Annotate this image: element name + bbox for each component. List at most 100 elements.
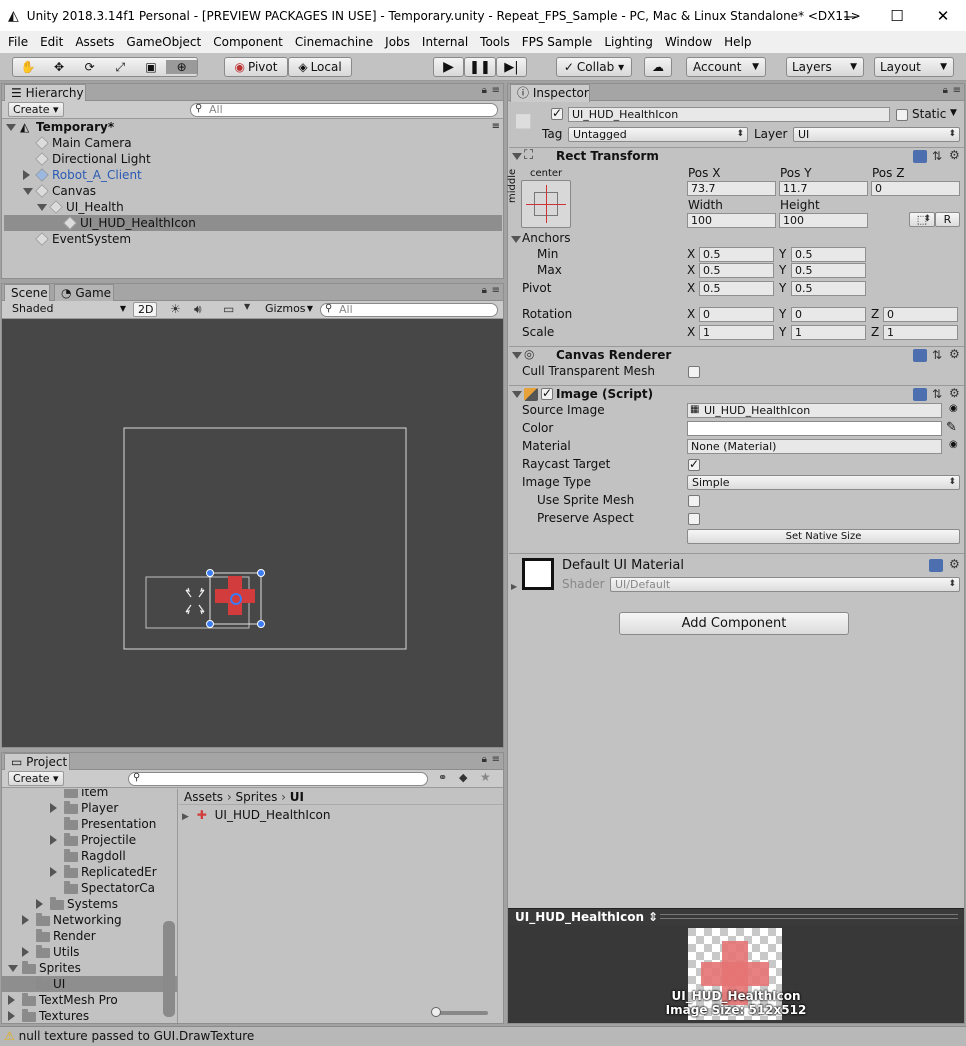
material-preview-icon[interactable] bbox=[522, 558, 554, 590]
resize-handle[interactable] bbox=[257, 620, 265, 628]
help-icon[interactable] bbox=[913, 349, 927, 362]
menu-item-internal[interactable]: Internal bbox=[416, 35, 474, 49]
fold-closed-icon[interactable] bbox=[8, 995, 15, 1005]
posz-field[interactable]: 0 bbox=[871, 181, 960, 196]
scale-icon[interactable]: ⤢ bbox=[105, 60, 136, 75]
color-swatch[interactable] bbox=[687, 421, 942, 436]
fold-closed-icon[interactable] bbox=[22, 915, 29, 925]
project-folder-item[interactable]: Sprites bbox=[2, 960, 177, 976]
resize-handle[interactable] bbox=[206, 620, 214, 628]
panel-menu-icon[interactable]: ≡ bbox=[492, 285, 500, 296]
project-folder-item[interactable]: Presentation bbox=[2, 816, 177, 832]
width-field[interactable]: 100 bbox=[687, 213, 776, 228]
pause-button[interactable]: ❚❚ bbox=[464, 57, 496, 77]
raycast-checkbox[interactable] bbox=[688, 457, 700, 471]
cull-checkbox[interactable] bbox=[688, 366, 700, 378]
menu-item-assets[interactable]: Assets bbox=[69, 35, 120, 49]
fold-open-icon[interactable] bbox=[8, 965, 18, 972]
filter-type-icon[interactable]: ⚭ bbox=[438, 771, 447, 784]
rect-icon[interactable]: ▣ bbox=[136, 60, 167, 74]
menu-item-tools[interactable]: Tools bbox=[474, 35, 516, 49]
local-button[interactable]: ◈ Local bbox=[288, 57, 352, 77]
source-image-field[interactable]: UI_HUD_HealthIcon bbox=[687, 403, 942, 418]
menu-item-fps-sample[interactable]: FPS Sample bbox=[516, 35, 599, 49]
settings-gear-icon[interactable]: ⚙ bbox=[949, 557, 960, 571]
tab-project[interactable]: ▭ Project bbox=[4, 753, 70, 771]
move-icon[interactable]: ✥ bbox=[44, 60, 75, 74]
hierarchy-item[interactable]: EventSystem bbox=[4, 231, 502, 247]
lock-icon[interactable]: 🔒︎ bbox=[943, 85, 948, 96]
project-folder-item[interactable]: SpectatorCa bbox=[2, 880, 177, 896]
shading-dropdown[interactable]: Shaded ▼ bbox=[8, 302, 128, 317]
menu-item-jobs[interactable]: Jobs bbox=[379, 35, 416, 49]
pivot-y-field[interactable]: 0.5 bbox=[791, 281, 866, 296]
menu-item-cinemachine[interactable]: Cinemachine bbox=[289, 35, 379, 49]
eyedropper-icon[interactable]: ✎ bbox=[946, 420, 957, 435]
audio-icon[interactable]: 🔊︎ bbox=[194, 302, 202, 317]
menu-item-help[interactable]: Help bbox=[718, 35, 757, 49]
anchor-preset-button[interactable] bbox=[521, 180, 571, 228]
hierarchy-item[interactable]: Main Camera bbox=[4, 135, 502, 151]
fold-closed-icon[interactable] bbox=[22, 947, 29, 957]
tag-dropdown[interactable]: Untagged bbox=[568, 127, 748, 142]
project-folder-item[interactable]: Textures bbox=[2, 1008, 177, 1023]
pivot-x-field[interactable]: 0.5 bbox=[699, 281, 774, 296]
settings-gear-icon[interactable]: ⚙ bbox=[949, 386, 960, 400]
preset-icon[interactable]: ⇅ bbox=[932, 387, 942, 401]
fold-open-icon[interactable] bbox=[512, 391, 522, 398]
blueprint-mode-button[interactable]: ⬚ bbox=[909, 212, 935, 227]
scene-menu-icon[interactable]: ≡ bbox=[492, 119, 500, 135]
status-bar[interactable]: ⚠ null texture passed to GUI.DrawTexture bbox=[0, 1026, 966, 1046]
settings-gear-icon[interactable]: ⚙ bbox=[949, 148, 960, 162]
layout-dropdown[interactable]: Layout ▼ bbox=[874, 57, 954, 77]
zoom-slider[interactable] bbox=[434, 1011, 488, 1015]
layers-dropdown[interactable]: Layers ▼ bbox=[786, 57, 864, 77]
static-dropdown-icon[interactable]: ▼ bbox=[950, 108, 957, 118]
project-create-button[interactable]: Create ▾ bbox=[8, 771, 64, 786]
project-folder-item[interactable]: Utils bbox=[2, 944, 177, 960]
canvas-renderer-header[interactable]: ◎ Canvas Renderer ⇅ ⚙ bbox=[509, 346, 964, 364]
light-icon[interactable]: ☀ bbox=[170, 302, 181, 316]
lock-icon[interactable]: 🔒︎ bbox=[482, 85, 487, 96]
hierarchy-create-button[interactable]: Create ▾ bbox=[8, 102, 64, 117]
project-folder-item[interactable]: Networking bbox=[2, 912, 177, 928]
preview-drag-handle[interactable] bbox=[660, 914, 958, 919]
tab-inspector[interactable]: ⓘ Inspector bbox=[510, 84, 590, 102]
menu-item-edit[interactable]: Edit bbox=[34, 35, 69, 49]
step-button[interactable]: ▶| bbox=[496, 57, 527, 77]
rotation-y-field[interactable]: 0 bbox=[791, 307, 866, 322]
hierarchy-item[interactable]: Robot_A_Client bbox=[4, 167, 502, 183]
project-folder-item[interactable]: Render bbox=[2, 928, 177, 944]
fold-closed-icon[interactable] bbox=[50, 803, 57, 813]
asset-item[interactable]: ▶ ✚ UI_HUD_HealthIcon bbox=[182, 807, 331, 823]
menu-item-file[interactable]: File bbox=[2, 35, 34, 49]
project-folder-item[interactable]: TextMesh Pro bbox=[2, 992, 177, 1008]
fold-open-icon[interactable] bbox=[512, 352, 522, 359]
fold-open-icon[interactable] bbox=[511, 236, 521, 243]
shader-dropdown[interactable]: UI/Default bbox=[610, 577, 960, 592]
anchor-min-x-field[interactable]: 0.5 bbox=[699, 247, 774, 262]
scale-z-field[interactable]: 1 bbox=[883, 325, 958, 340]
material-field[interactable]: None (Material) bbox=[687, 439, 942, 454]
hierarchy-search-input[interactable]: All bbox=[190, 103, 498, 117]
settings-gear-icon[interactable]: ⚙ bbox=[949, 347, 960, 361]
resize-handle[interactable] bbox=[206, 569, 214, 577]
scale-x-field[interactable]: 1 bbox=[699, 325, 774, 340]
project-search-input[interactable] bbox=[128, 772, 428, 786]
anchor-icon[interactable] bbox=[185, 587, 205, 615]
account-dropdown[interactable]: Account ▼ bbox=[686, 57, 766, 77]
favorite-star-icon[interactable]: ★ bbox=[480, 770, 491, 784]
menu-item-window[interactable]: Window bbox=[659, 35, 718, 49]
set-native-size-button[interactable]: Set Native Size bbox=[687, 529, 960, 544]
anchors-label[interactable]: Anchors bbox=[522, 231, 571, 246]
hierarchy-item[interactable]: UI_Health bbox=[4, 199, 502, 215]
pivot-button[interactable]: ◉ Pivot bbox=[224, 57, 288, 77]
fold-closed-icon[interactable] bbox=[23, 170, 30, 180]
image-effects-icon[interactable]: ▭ bbox=[223, 302, 234, 316]
fold-open-icon[interactable] bbox=[23, 188, 33, 195]
transform-icon[interactable]: ⊕ bbox=[166, 60, 198, 74]
object-picker-icon[interactable]: ◉ bbox=[949, 439, 958, 450]
menu-item-lighting[interactable]: Lighting bbox=[598, 35, 659, 49]
close-button[interactable]: ✕ bbox=[920, 0, 966, 31]
height-field[interactable]: 100 bbox=[779, 213, 868, 228]
